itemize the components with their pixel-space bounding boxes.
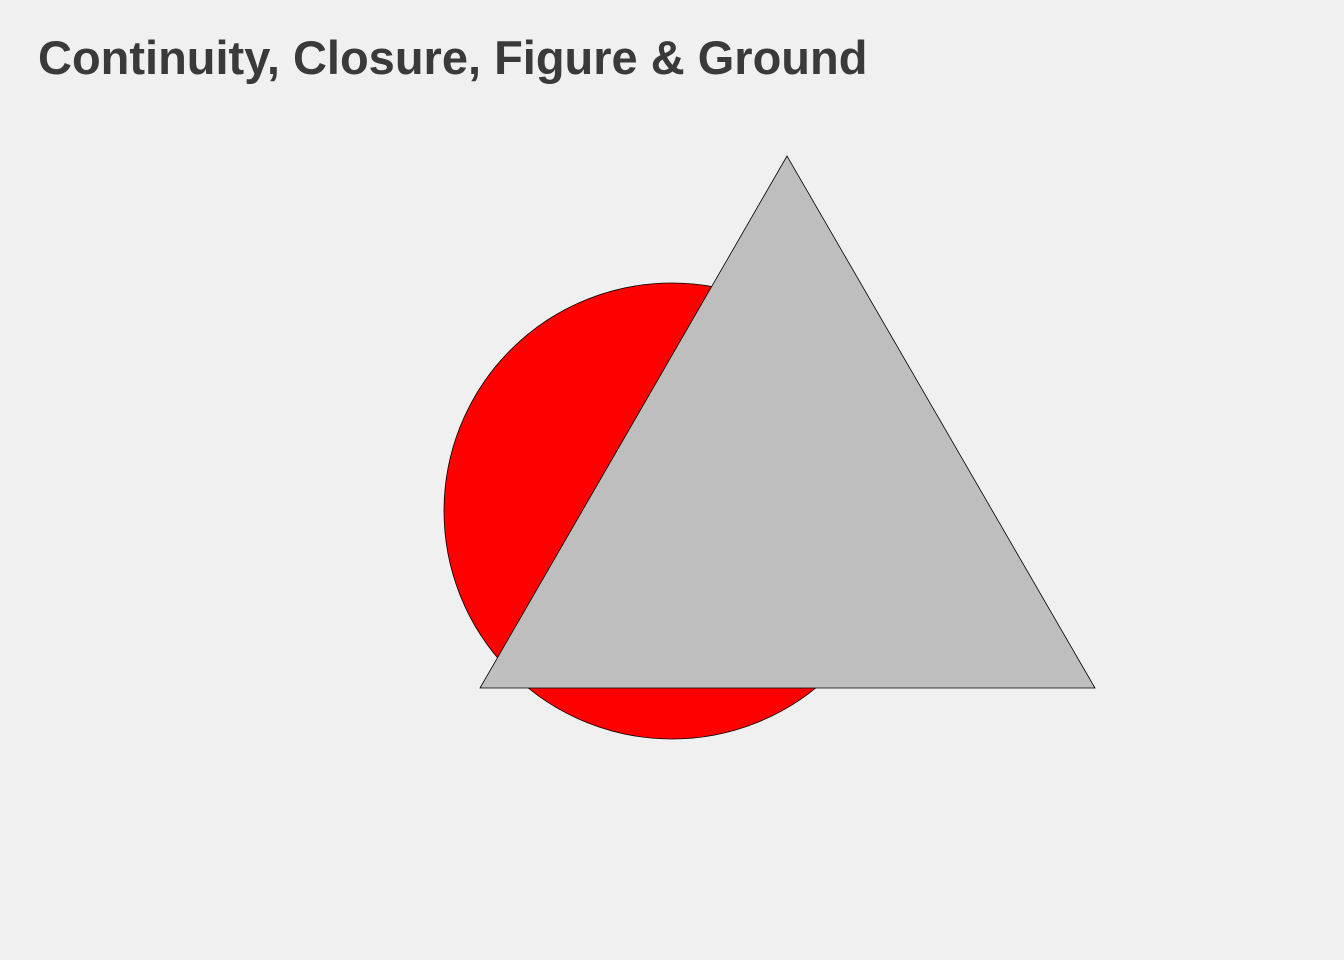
gestalt-figure [443, 155, 1096, 740]
diagram-page: Continuity, Closure, Figure & Ground [0, 0, 1344, 960]
